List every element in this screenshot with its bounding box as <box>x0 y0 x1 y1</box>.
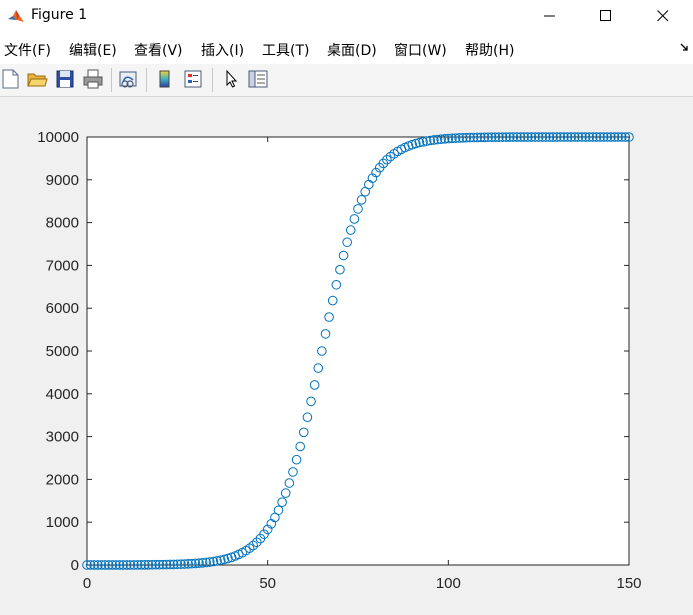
insert-legend-icon <box>184 70 202 88</box>
maximize-button[interactable] <box>583 0 629 32</box>
x-tick-label: 50 <box>259 575 276 592</box>
menu-tools[interactable]: 工具(T) <box>262 40 309 60</box>
y-tick-label: 6000 <box>46 300 79 317</box>
minimize-icon <box>544 15 555 17</box>
menu-insert[interactable]: 插入(I) <box>201 40 244 60</box>
property-inspector-icon <box>248 70 268 88</box>
y-tick-label: 5000 <box>46 343 79 360</box>
maximize-icon <box>600 10 611 21</box>
close-icon <box>657 10 669 22</box>
print-icon <box>83 69 103 89</box>
y-tick-label: 8000 <box>46 215 79 232</box>
y-tick-label: 10000 <box>37 129 79 146</box>
figure-canvas: 0 50 100 150 0 1000 2000 3000 4000 5000 6000 7000 80… <box>0 97 693 615</box>
link-plot-icon <box>119 71 137 88</box>
new-figure-button[interactable] <box>0 68 22 90</box>
toolbar-separator <box>146 68 147 92</box>
open-file-button[interactable] <box>26 68 48 90</box>
x-tick-label: 150 <box>616 575 641 592</box>
y-tick-label: 9000 <box>46 172 79 189</box>
y-tick-label: 1000 <box>46 514 79 531</box>
y-tick-label: 3000 <box>46 429 79 446</box>
link-plot-button[interactable] <box>117 68 139 90</box>
menu-help[interactable]: 帮助(H) <box>465 40 514 60</box>
insert-colorbar-icon <box>159 70 170 88</box>
dock-arrow-icon[interactable] <box>679 41 691 53</box>
menu-bar: 文件(F) 编辑(E) 查看(V) 插入(I) 工具(T) 桌面(D) 窗口(W… <box>0 32 693 64</box>
y-tick-label: 0 <box>71 557 79 574</box>
save-icon <box>56 70 74 88</box>
print-button[interactable] <box>82 68 104 90</box>
axes-plot: 0 50 100 150 0 1000 2000 3000 4000 5000 6000 7000 80… <box>37 129 641 592</box>
y-tick-label: 4000 <box>46 386 79 403</box>
toolbar-separator <box>212 68 213 92</box>
new-figure-icon <box>2 69 19 89</box>
y-tick-label: 2000 <box>46 471 79 488</box>
toolbar-separator <box>111 68 112 92</box>
x-tick-label: 100 <box>436 575 461 592</box>
title-bar: Figure 1 <box>0 0 693 32</box>
x-tick-label: 0 <box>83 575 91 592</box>
edit-plot-arrow-icon <box>226 69 238 88</box>
menu-view[interactable]: 查看(V) <box>134 40 183 60</box>
menu-file[interactable]: 文件(F) <box>4 40 51 60</box>
matlab-logo-icon <box>7 7 25 25</box>
close-button[interactable] <box>640 0 686 32</box>
menu-edit[interactable]: 编辑(E) <box>69 40 117 60</box>
toolbar <box>0 64 693 97</box>
property-inspector-button[interactable] <box>247 68 269 90</box>
menu-window[interactable]: 窗口(W) <box>394 40 447 60</box>
minimize-button[interactable] <box>527 0 573 32</box>
edit-plot-button[interactable] <box>220 68 242 90</box>
save-button[interactable] <box>54 68 76 90</box>
insert-legend-button[interactable] <box>182 68 204 90</box>
menu-desktop[interactable]: 桌面(D) <box>327 40 377 60</box>
insert-colorbar-button[interactable] <box>154 68 176 90</box>
window-title: Figure 1 <box>31 7 88 23</box>
y-tick-label: 7000 <box>46 257 79 274</box>
open-file-icon <box>27 73 48 87</box>
